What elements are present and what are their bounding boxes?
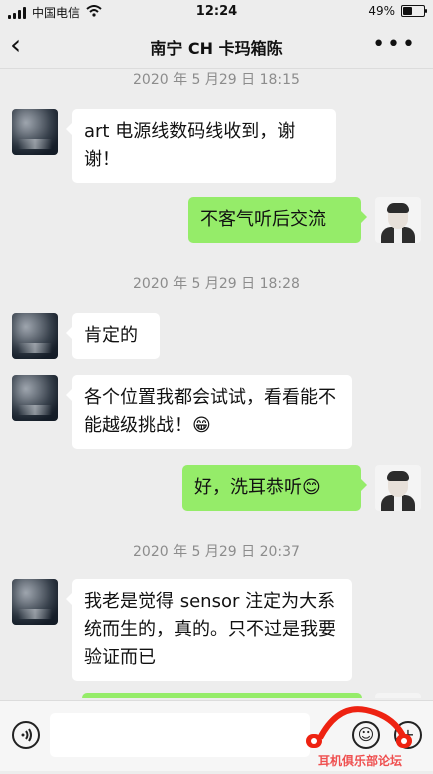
battery-icon bbox=[401, 5, 427, 17]
plus-icon[interactable]: + bbox=[394, 721, 422, 749]
timestamp: 2020 年 5 月29 日 18:15 bbox=[133, 72, 300, 88]
contact-avatar[interactable] bbox=[12, 313, 58, 359]
my-avatar[interactable] bbox=[375, 197, 421, 243]
my-avatar[interactable] bbox=[375, 693, 421, 698]
status-right: 49% bbox=[368, 4, 427, 18]
more-options-icon[interactable]: ••• bbox=[372, 32, 417, 57]
status-left: 中国电信 bbox=[8, 4, 102, 21]
message-bubble-sent[interactable]: 好，洗耳恭听😊 bbox=[182, 465, 367, 511]
carrier-label: 中国电信 bbox=[32, 6, 81, 20]
back-chevron-icon[interactable]: ‹ bbox=[10, 30, 21, 60]
input-bar: ☺ + bbox=[0, 700, 433, 771]
status-bar: 中国电信 12:24 49% bbox=[0, 0, 433, 24]
chat-area[interactable]: 2020 年 5 月29 日 18:15 art 电源线数码线收到，谢谢！ 不客… bbox=[0, 69, 433, 698]
message-bubble-received[interactable]: 我老是觉得 sensor 注定为大系统而生的，真的。只不过是我要验证而已 bbox=[66, 579, 352, 681]
timestamp: 2020 年 5 月29 日 18:28 bbox=[133, 276, 300, 292]
message-bubble-received[interactable]: 各个位置我都会试试，看看能不能越级挑战！😁 bbox=[66, 375, 352, 449]
contact-avatar[interactable] bbox=[12, 375, 58, 421]
message-bubble-received[interactable]: 肯定的 bbox=[66, 313, 160, 359]
clock-time: 12:24 bbox=[195, 4, 238, 19]
signal-icon bbox=[8, 6, 26, 19]
chat-title: 南宁 CH 卡玛箱陈 bbox=[150, 39, 283, 58]
voice-icon[interactable] bbox=[12, 721, 40, 749]
message-bubble-sent-partial[interactable] bbox=[82, 693, 362, 698]
my-avatar[interactable] bbox=[375, 465, 421, 511]
message-bubble-sent[interactable]: 不客气听后交流 bbox=[188, 197, 367, 243]
message-input[interactable] bbox=[50, 713, 310, 757]
battery-percent: 49% bbox=[368, 4, 395, 18]
contact-avatar[interactable] bbox=[12, 109, 58, 155]
message-bubble-received[interactable]: art 电源线数码线收到，谢谢！ bbox=[66, 109, 336, 183]
emoji-icon[interactable]: ☺ bbox=[352, 721, 380, 749]
contact-avatar[interactable] bbox=[12, 579, 58, 625]
wifi-icon bbox=[86, 5, 102, 20]
chat-header: ‹ 南宁 CH 卡玛箱陈 ••• bbox=[0, 24, 433, 69]
timestamp: 2020 年 5 月29 日 20:37 bbox=[133, 544, 300, 560]
